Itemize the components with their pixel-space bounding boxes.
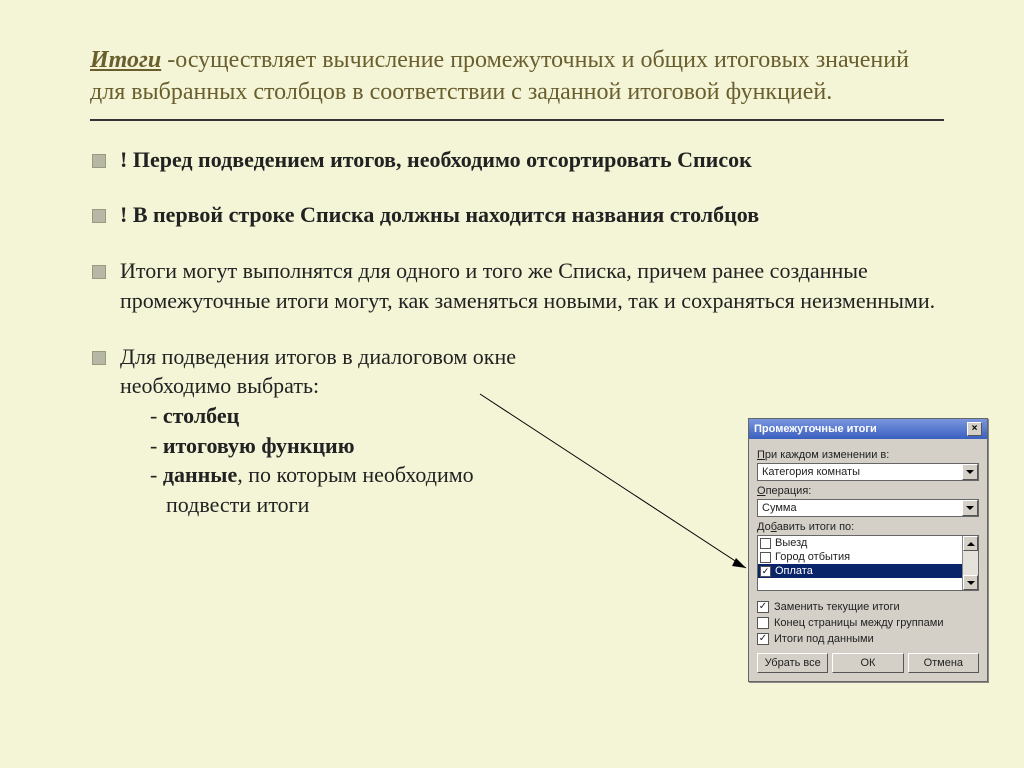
title-keyword: Итоги bbox=[90, 47, 161, 73]
chevron-down-icon[interactable] bbox=[962, 464, 978, 480]
remove-all-button[interactable]: Убрать все bbox=[757, 653, 828, 673]
checkbox-icon[interactable] bbox=[760, 552, 771, 563]
list-item: ! В первой строке Списка должны находитс… bbox=[90, 200, 944, 230]
list-item[interactable]: Выезд bbox=[758, 536, 978, 550]
cancel-button[interactable]: Отмена bbox=[908, 653, 979, 673]
combo-change[interactable]: Категория комнаты bbox=[757, 463, 979, 481]
label-add: Добавить итоги по: bbox=[757, 521, 979, 533]
checkbox-icon[interactable] bbox=[760, 538, 771, 549]
scroll-down-icon[interactable] bbox=[963, 575, 978, 590]
label-operation: Операция: bbox=[757, 485, 979, 497]
list-item[interactable]: Город отбытия bbox=[758, 550, 978, 564]
combo-operation[interactable]: Сумма bbox=[757, 499, 979, 517]
close-button[interactable]: × bbox=[967, 422, 982, 436]
list-item[interactable]: ✓Оплата bbox=[758, 564, 978, 578]
label-change: При каждом изменении в: bbox=[757, 449, 979, 461]
ok-button[interactable]: ОК bbox=[832, 653, 903, 673]
slide-title: Итоги -осуществляет вычисление промежуто… bbox=[90, 44, 944, 109]
scrollbar[interactable] bbox=[962, 536, 978, 590]
list-item: Итоги могут выполнятся для одного и того… bbox=[90, 256, 944, 315]
checkbox-replace[interactable]: ✓Заменить текущие итоги bbox=[757, 601, 979, 613]
scroll-up-icon[interactable] bbox=[963, 536, 978, 551]
title-rest: -осуществляет вычисление промежуточных и… bbox=[90, 47, 909, 105]
subtotals-dialog: Промежуточные итоги × При каждом изменен… bbox=[748, 418, 988, 682]
dialog-title: Промежуточные итоги bbox=[754, 423, 877, 435]
checkbox-pagebreak[interactable]: Конец страницы между группами bbox=[757, 617, 979, 629]
chevron-down-icon[interactable] bbox=[962, 500, 978, 516]
checkbox-icon[interactable]: ✓ bbox=[760, 566, 771, 577]
add-totals-listbox[interactable]: Выезд Город отбытия ✓Оплата bbox=[757, 535, 979, 591]
checkbox-below[interactable]: ✓Итоги под данными bbox=[757, 633, 979, 645]
list-item: ! Перед подведением итогов, необходимо о… bbox=[90, 145, 944, 175]
title-divider bbox=[90, 119, 944, 121]
dialog-titlebar[interactable]: Промежуточные итоги × bbox=[749, 419, 987, 439]
